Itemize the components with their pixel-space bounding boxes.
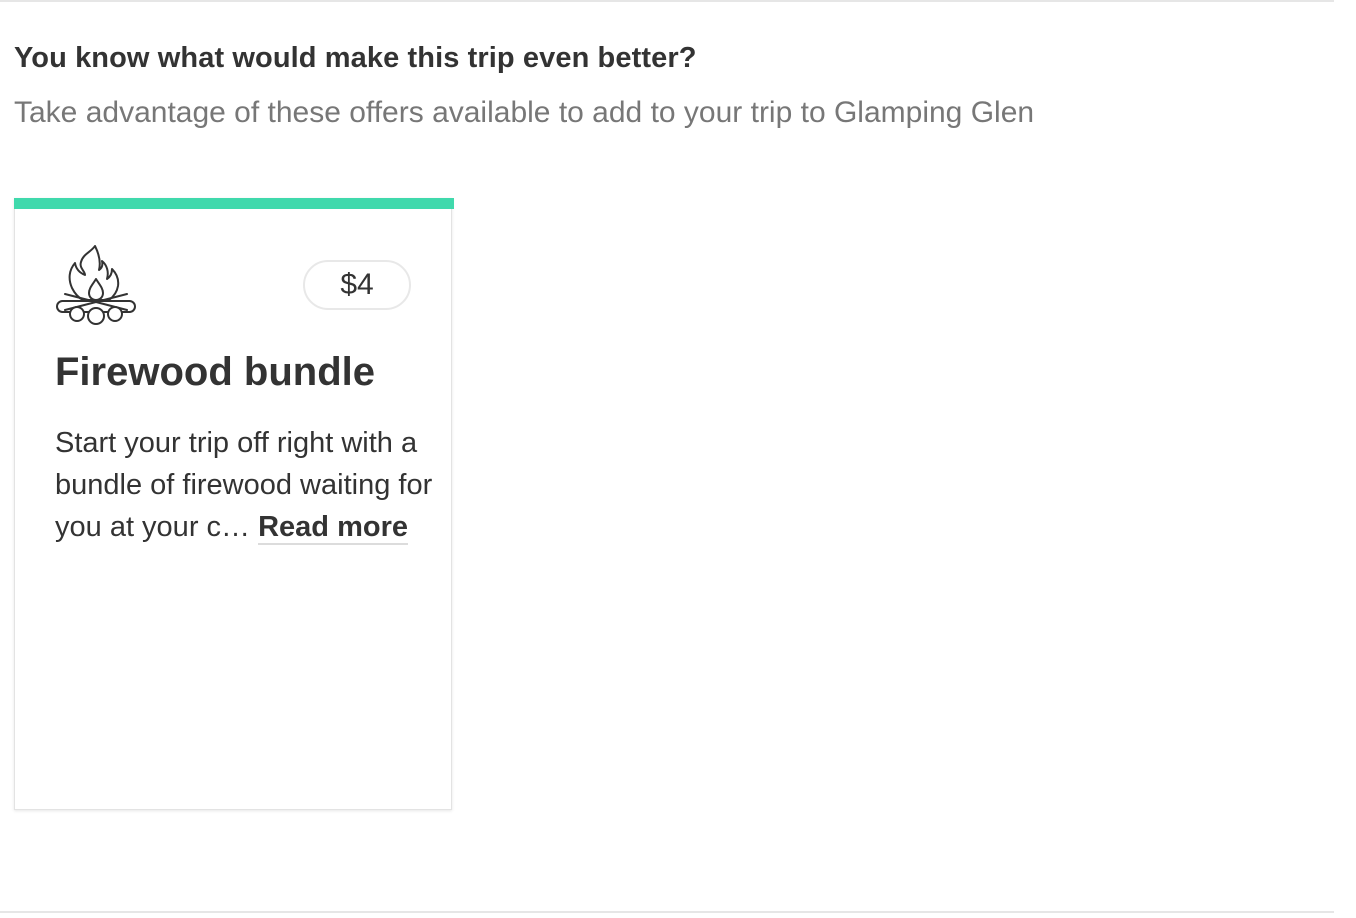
campfire-icon — [56, 245, 136, 325]
read-more-link[interactable]: Read more — [258, 511, 408, 545]
price-badge: $4 — [303, 260, 411, 310]
offer-title: Firewood bundle — [55, 350, 375, 394]
bottom-divider — [0, 911, 1334, 913]
card-accent-bar — [14, 198, 454, 209]
top-divider — [0, 0, 1334, 2]
section-heading: You know what would make this trip even … — [14, 42, 697, 74]
section-subheading: Take advantage of these offers available… — [14, 96, 1035, 129]
offer-card: $4 Firewood bundle Start your trip off r… — [14, 198, 454, 810]
offer-description: Start your trip off right with a bundle … — [55, 422, 435, 548]
